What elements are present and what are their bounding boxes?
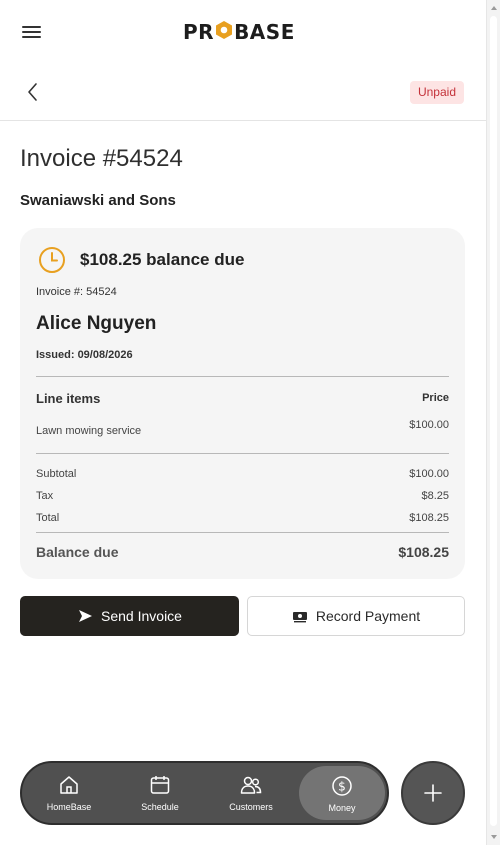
- page-scrollbar[interactable]: [486, 0, 500, 845]
- nav-item-money[interactable]: $ Money: [299, 766, 385, 820]
- balance-due-label: Balance due: [36, 544, 119, 560]
- invoice-number: Invoice #: 54524: [36, 286, 117, 298]
- balance-due-heading: $108.25 balance due: [80, 250, 245, 269]
- nav-label-money: Money: [328, 803, 356, 813]
- svg-text:$: $: [338, 780, 346, 794]
- add-button[interactable]: [401, 761, 465, 825]
- line-items-header: Line items: [36, 391, 101, 406]
- nav-item-customers[interactable]: Customers: [208, 763, 294, 823]
- logo-text-end: BASE: [234, 20, 295, 44]
- scroll-thumb[interactable]: [490, 16, 497, 826]
- home-icon: [60, 776, 78, 794]
- back-chevron-icon[interactable]: [24, 80, 42, 104]
- top-bar: PR BASE: [0, 0, 486, 64]
- issued-date: Issued: 09/08/2026: [36, 349, 133, 361]
- company-name: Swaniawski and Sons: [20, 192, 176, 209]
- nav-label-homebase: HomeBase: [46, 802, 92, 812]
- divider: [36, 453, 449, 454]
- tax-label: Tax: [36, 490, 54, 502]
- cash-icon: [292, 608, 308, 624]
- line-item-name: Lawn mowing service: [36, 425, 142, 437]
- logo-hexagon-icon: [215, 20, 233, 45]
- balance-due-value: $108.25: [398, 544, 449, 560]
- total-value: $108.25: [409, 512, 449, 524]
- record-payment-button[interactable]: Record Payment: [247, 596, 465, 636]
- scroll-up-arrow[interactable]: [491, 6, 497, 10]
- divider: [36, 532, 449, 533]
- clock-icon: [38, 246, 66, 274]
- users-icon: [240, 776, 262, 794]
- send-icon: [77, 608, 93, 624]
- plus-icon: [424, 784, 442, 802]
- subtotal-value: $100.00: [409, 468, 449, 480]
- subtotal-label: Subtotal: [36, 468, 77, 480]
- tax-value: $8.25: [421, 490, 449, 502]
- divider: [36, 376, 449, 377]
- sub-header: Unpaid: [0, 64, 486, 121]
- calendar-icon: [150, 776, 170, 794]
- status-badge: Unpaid: [409, 81, 464, 104]
- price-header: Price: [422, 392, 449, 404]
- send-invoice-button[interactable]: Send Invoice: [20, 596, 239, 636]
- invoice-card: $108.25 balance due Invoice #: 54524 Ali…: [20, 228, 465, 579]
- send-invoice-label: Send Invoice: [101, 608, 182, 624]
- nav-item-homebase[interactable]: HomeBase: [26, 763, 112, 823]
- record-payment-label: Record Payment: [315, 608, 421, 624]
- hamburger-menu-icon[interactable]: [22, 24, 42, 40]
- dollar-icon: $: [332, 776, 352, 796]
- logo-text-start: PR: [183, 20, 215, 44]
- line-item-price: $100.00: [409, 419, 449, 431]
- total-label: Total: [36, 512, 60, 524]
- page-title: Invoice #54524: [20, 145, 183, 172]
- probase-logo: PR BASE: [183, 20, 295, 45]
- bottom-nav: HomeBase Schedule Customers $ Money: [20, 761, 389, 825]
- scroll-down-arrow[interactable]: [491, 835, 497, 839]
- nav-item-schedule[interactable]: Schedule: [117, 763, 203, 823]
- nav-label-customers: Customers: [229, 802, 273, 812]
- customer-name: Alice Nguyen: [36, 313, 157, 334]
- nav-label-schedule: Schedule: [141, 802, 179, 812]
